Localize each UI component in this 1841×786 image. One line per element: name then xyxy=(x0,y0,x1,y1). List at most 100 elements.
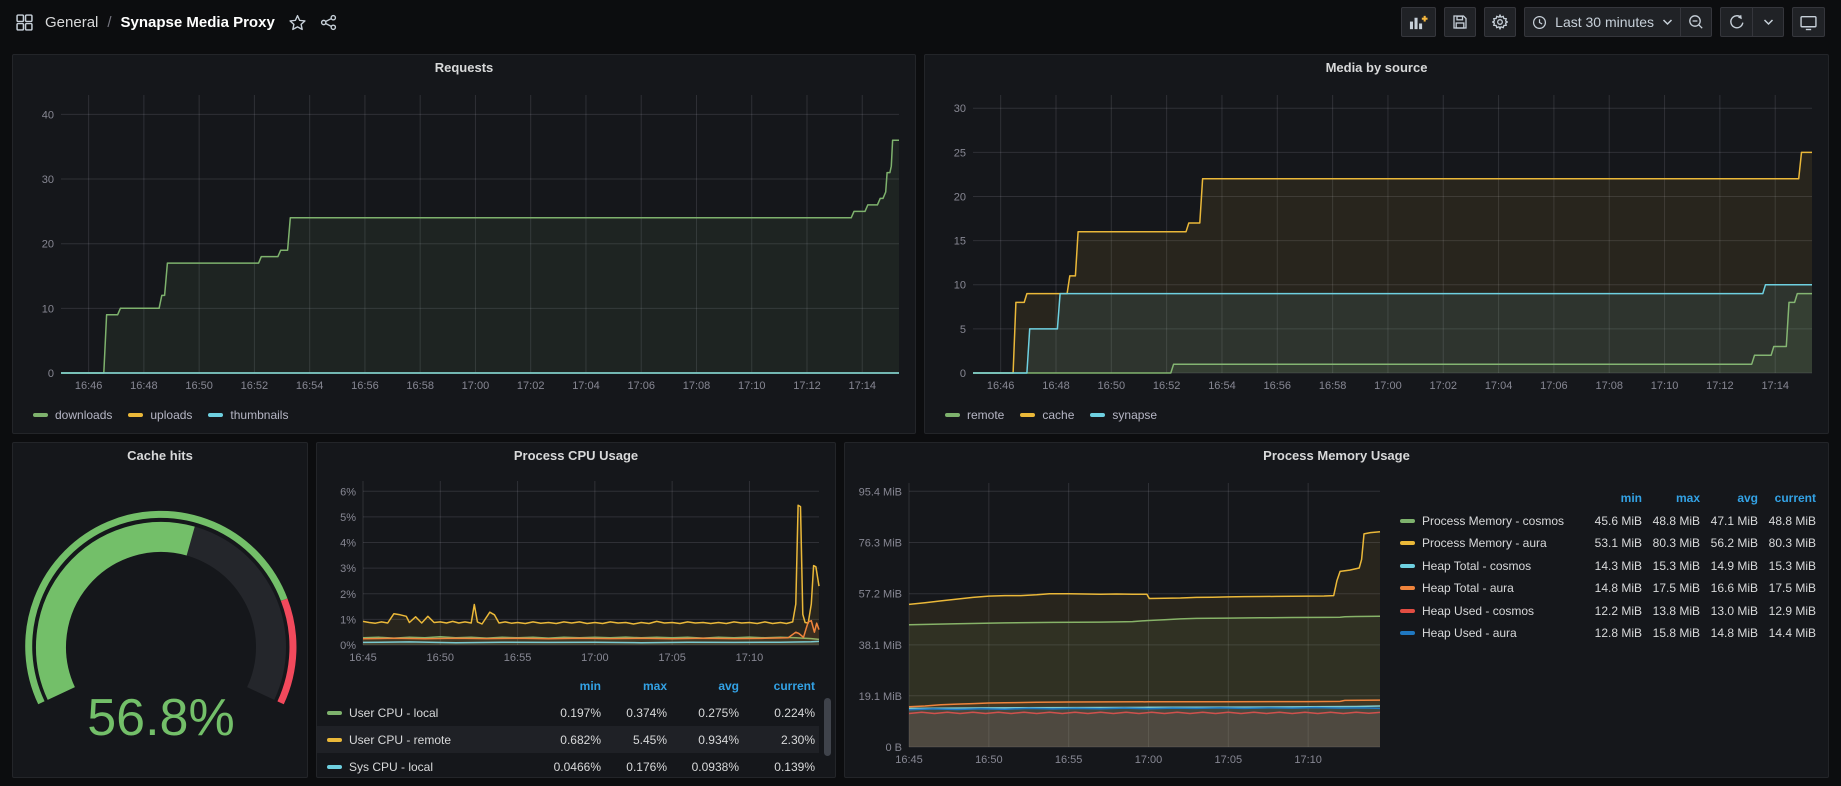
legend-item-remote[interactable]: remote xyxy=(945,408,1004,422)
legend-item-process-memory-cosmos[interactable]: Process Memory - cosmos xyxy=(1390,514,1588,528)
legend-col-current[interactable]: current xyxy=(1762,491,1820,505)
legend-table-row: Heap Total - aura14.8 MiB17.5 MiB16.6 Mi… xyxy=(1390,577,1826,600)
process-cpu-chart: 16:4516:5016:5517:0017:0517:100%1%2%3%4%… xyxy=(317,469,835,672)
legend-item-synapse[interactable]: synapse xyxy=(1090,408,1157,422)
dashboard-settings-button[interactable] xyxy=(1484,7,1516,37)
top-nav: General / Synapse Media Proxy xyxy=(0,0,1841,44)
x-axis-tick-label: 17:12 xyxy=(1706,380,1734,392)
legend-value: 0.374% xyxy=(605,706,671,720)
panel-title-cache-hits[interactable]: Cache hits xyxy=(13,443,307,469)
time-controls: Last 30 minutes xyxy=(1524,7,1712,37)
legend-item-downloads[interactable]: downloads xyxy=(33,408,112,422)
legend-value: 17.5 MiB xyxy=(1762,581,1820,595)
legend-item-thumbnails[interactable]: thumbnails xyxy=(208,408,288,422)
legend-scrollbar[interactable] xyxy=(824,698,831,756)
y-axis-tick-label: 10 xyxy=(42,303,54,315)
legend-col-min[interactable]: min xyxy=(539,679,605,693)
panel-title-requests[interactable]: Requests xyxy=(13,55,915,81)
x-axis-tick-label: 16:50 xyxy=(427,652,455,664)
legend-table-header: minmaxavgcurrent xyxy=(1390,487,1826,510)
dashboards-grid-icon[interactable] xyxy=(16,14,33,31)
requests-chart-svg[interactable]: 16:4616:4816:5016:5216:5416:5616:5817:00… xyxy=(13,81,915,397)
legend-table-row: Process Memory - cosmos45.6 MiB48.8 MiB4… xyxy=(1390,510,1826,533)
x-axis-tick-label: 17:14 xyxy=(1761,380,1789,392)
zoom-out-time-button[interactable] xyxy=(1680,7,1712,37)
cycle-view-mode-button[interactable] xyxy=(1792,7,1825,37)
legend-value: 53.1 MiB xyxy=(1588,536,1646,550)
legend-value: 0.139% xyxy=(743,760,819,774)
legend-label: uploads xyxy=(150,408,192,422)
star-icon[interactable] xyxy=(289,14,306,31)
series-fill xyxy=(363,505,819,645)
legend-value: 15.3 MiB xyxy=(1762,559,1820,573)
time-range-label: Last 30 minutes xyxy=(1555,14,1654,30)
process-memory-chart-svg[interactable]: 16:4516:5016:5517:0017:0517:100 B19.1 Mi… xyxy=(845,469,1390,773)
requests-chart: 16:4616:4816:5016:5216:5416:5616:5817:00… xyxy=(13,81,915,402)
x-axis-tick-label: 16:56 xyxy=(351,380,379,392)
chevron-down-icon xyxy=(1763,18,1774,26)
legend-label: Heap Total - cosmos xyxy=(1422,559,1531,573)
series-fill xyxy=(61,140,899,373)
legend-col-avg[interactable]: avg xyxy=(671,679,743,693)
legend-item-heap-used-aura[interactable]: Heap Used - aura xyxy=(1390,626,1588,640)
x-axis-tick-label: 17:10 xyxy=(1294,754,1322,766)
x-axis-tick-label: 16:54 xyxy=(1208,380,1236,392)
legend-col-min[interactable]: min xyxy=(1588,491,1646,505)
legend-item-process-memory-aura[interactable]: Process Memory - aura xyxy=(1390,536,1588,550)
legend-item-uploads[interactable]: uploads xyxy=(128,408,192,422)
legend-table-row: User CPU - remote0.682%5.45%0.934%2.30% xyxy=(317,726,819,753)
x-axis-tick-label: 16:54 xyxy=(296,380,324,392)
x-axis-tick-label: 16:58 xyxy=(406,380,434,392)
refresh-interval-dropdown[interactable] xyxy=(1752,7,1784,37)
y-axis-tick-label: 5% xyxy=(340,512,356,524)
legend-value: 14.4 MiB xyxy=(1762,626,1820,640)
dashboard-title[interactable]: Synapse Media Proxy xyxy=(121,14,275,31)
panel-process-cpu-usage: Process CPU Usage 16:4516:5016:5517:0017… xyxy=(316,442,836,778)
x-axis-tick-label: 17:00 xyxy=(1135,754,1163,766)
x-axis-tick-label: 16:48 xyxy=(130,380,158,392)
legend-swatch xyxy=(1020,413,1035,417)
legend-item-heap-total-aura[interactable]: Heap Total - aura xyxy=(1390,581,1588,595)
save-dashboard-button[interactable] xyxy=(1444,7,1476,37)
y-axis-tick-label: 57.2 MiB xyxy=(859,589,902,601)
refresh-button[interactable] xyxy=(1720,7,1752,37)
media-by-source-chart-svg[interactable]: 16:4616:4816:5016:5216:5416:5616:5817:00… xyxy=(925,81,1828,397)
process-cpu-chart-svg[interactable]: 16:4516:5016:5517:0017:0517:100%1%2%3%4%… xyxy=(317,469,835,667)
legend-swatch xyxy=(208,413,223,417)
panel-title-media-by-source[interactable]: Media by source xyxy=(925,55,1828,81)
share-icon[interactable] xyxy=(320,14,337,31)
legend-item-user-cpu-remote[interactable]: User CPU - remote xyxy=(317,733,539,747)
legend-value: 14.3 MiB xyxy=(1588,559,1646,573)
y-axis-tick-label: 20 xyxy=(954,191,966,203)
panel-title-process-cpu-usage[interactable]: Process CPU Usage xyxy=(317,443,835,469)
legend-swatch xyxy=(945,413,960,417)
legend-label: User CPU - remote xyxy=(349,733,451,747)
legend-item-heap-used-cosmos[interactable]: Heap Used - cosmos xyxy=(1390,604,1588,618)
legend-item-cache[interactable]: cache xyxy=(1020,408,1074,422)
y-axis-tick-label: 1% xyxy=(340,614,356,626)
panel-title-process-memory-usage[interactable]: Process Memory Usage xyxy=(845,443,1828,469)
panel-cache-hits: Cache hits 56.8% xyxy=(12,442,308,778)
legend-item-user-cpu-local[interactable]: User CPU - local xyxy=(317,706,539,720)
panel-requests: Requests 16:4616:4816:5016:5216:5416:561… xyxy=(12,54,916,434)
legend-col-current[interactable]: current xyxy=(743,679,819,693)
legend-col-avg[interactable]: avg xyxy=(1704,491,1762,505)
x-axis-tick-label: 17:04 xyxy=(1485,380,1513,392)
legend-col-max[interactable]: max xyxy=(1646,491,1704,505)
series-line xyxy=(363,505,819,624)
legend-swatch xyxy=(1090,413,1105,417)
legend-value: 0.176% xyxy=(605,760,671,774)
x-axis-tick-label: 17:05 xyxy=(658,652,686,664)
legend-col-max[interactable]: max xyxy=(605,679,671,693)
legend-table-row: Heap Used - cosmos12.2 MiB13.8 MiB13.0 M… xyxy=(1390,600,1826,623)
gauge-svg[interactable]: 56.8% xyxy=(13,469,309,771)
legend-value: 14.8 MiB xyxy=(1588,581,1646,595)
x-axis-tick-label: 16:56 xyxy=(1264,380,1292,392)
legend-item-heap-total-cosmos[interactable]: Heap Total - cosmos xyxy=(1390,559,1588,573)
time-range-picker[interactable]: Last 30 minutes xyxy=(1524,7,1680,37)
add-panel-button[interactable] xyxy=(1401,7,1436,37)
x-axis-tick-label: 17:00 xyxy=(581,652,609,664)
breadcrumb-section[interactable]: General xyxy=(45,14,98,31)
legend-item-sys-cpu-local[interactable]: Sys CPU - local xyxy=(317,760,539,774)
legend-value: 0.934% xyxy=(671,733,743,747)
